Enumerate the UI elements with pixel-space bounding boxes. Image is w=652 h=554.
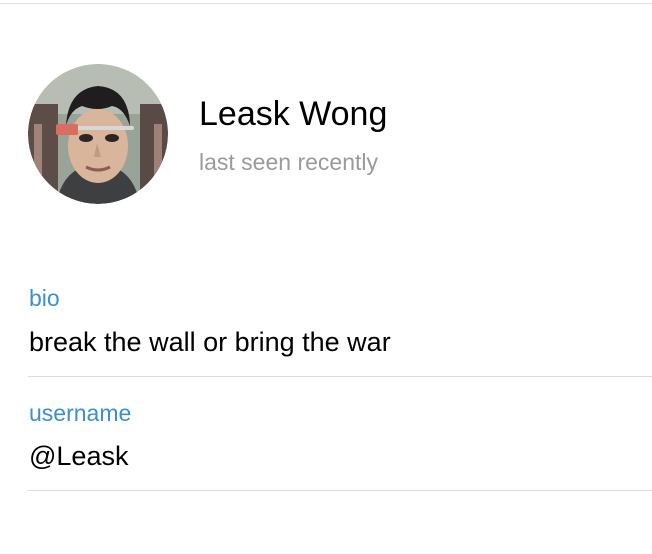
- avatar[interactable]: [28, 64, 168, 204]
- top-divider: [0, 3, 652, 4]
- bio-divider: [28, 376, 652, 377]
- profile-name: Leask Wong: [199, 95, 388, 133]
- bio-label: bio: [29, 285, 60, 311]
- profile-header: Leask Wong last seen recently: [0, 60, 652, 210]
- profile-screen: Leask Wong last seen recently bio break …: [0, 0, 652, 554]
- username-divider: [28, 490, 652, 491]
- bio-row[interactable]: bio break the wall or bring the war: [0, 284, 652, 378]
- username-value: @Leask: [29, 441, 129, 471]
- username-row[interactable]: username @Leask: [0, 399, 652, 493]
- user-photo-avatar-icon: [28, 64, 168, 204]
- username-label: username: [29, 400, 132, 426]
- last-seen-status: last seen recently: [199, 149, 378, 175]
- bio-value: break the wall or bring the war: [29, 327, 391, 357]
